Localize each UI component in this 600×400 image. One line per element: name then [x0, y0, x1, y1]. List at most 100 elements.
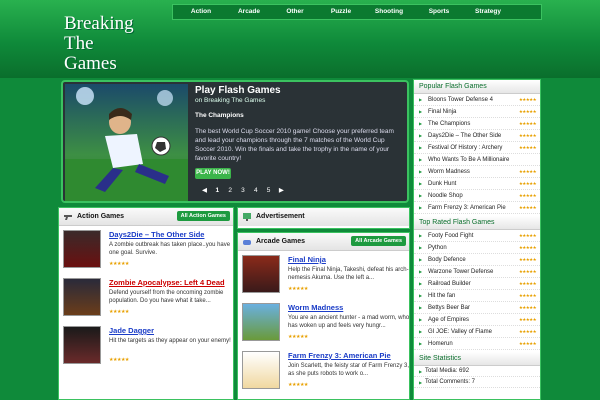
nav-puzzle[interactable]: Puzzle	[321, 5, 361, 19]
sidebar-game-item[interactable]: Railroad Builder ★★★★★	[414, 278, 540, 290]
game-link[interactable]: Farm Frenzy 3: American Pie	[428, 205, 506, 211]
game-link[interactable]: Bettys Beer Bar	[428, 305, 470, 311]
sidebar-game-item[interactable]: Bettys Beer Bar ★★★★★	[414, 302, 540, 314]
rating-stars: ★★★★★	[288, 286, 308, 292]
game-link[interactable]: Age of Empires	[428, 317, 469, 323]
game-title[interactable]: Zombie Apocalypse: Left 4 Dead	[109, 278, 225, 287]
game-link[interactable]: Worm Madness	[428, 169, 470, 175]
monitor-icon	[243, 213, 251, 221]
rating-stars: ★★★★★	[518, 109, 537, 114]
sidebar-game-item[interactable]: Festival Of History : Archery ★★★★★	[414, 142, 540, 154]
rating-stars: ★★★★★	[518, 293, 537, 298]
sidebar-game-item[interactable]: Farm Frenzy 3: American Pie ★★★★★	[414, 202, 540, 214]
game-link[interactable]: Who Wants To Be A Millionaire	[428, 157, 509, 163]
rating-stars: ★★★★★	[109, 357, 129, 363]
stat-total-media: Total Media: 692	[414, 366, 540, 377]
game-link[interactable]: Warzone Tower Defense	[428, 269, 493, 275]
sidebar-game-item[interactable]: Bloons Tower Defense 4 ★★★★★	[414, 94, 540, 106]
pager-next[interactable]: ▶	[276, 186, 287, 194]
game-link[interactable]: Final Ninja	[428, 109, 456, 115]
game-thumbnail[interactable]	[242, 255, 280, 293]
site-statistics-heading: Site Statistics	[414, 352, 540, 366]
pager-prev[interactable]: ◀	[199, 186, 210, 194]
game-description: Join Scarlett, the feisty star of Farm F…	[288, 363, 410, 377]
sidebar-game-item[interactable]: Noodle Shop ★★★★★	[414, 190, 540, 202]
game-title[interactable]: Days2Die – The Other Side	[109, 230, 204, 239]
game-thumbnail[interactable]	[242, 351, 280, 389]
pager-page[interactable]: 5	[263, 187, 274, 194]
sidebar-game-item[interactable]: Age of Empires ★★★★★	[414, 314, 540, 326]
sidebar-game-item[interactable]: Body Defence ★★★★★	[414, 254, 540, 266]
game-link[interactable]: Noodle Shop	[428, 193, 463, 199]
game-link[interactable]: Footy Food Fight	[428, 233, 473, 239]
logo-line: The	[64, 33, 94, 54]
sidebar-game-item[interactable]: Worm Madness ★★★★★	[414, 166, 540, 178]
game-link[interactable]: Body Defence	[428, 257, 466, 263]
game-link[interactable]: Dunk Hunt	[428, 181, 456, 187]
game-link[interactable]: Python	[428, 245, 447, 251]
popular-games-heading: Popular Flash Games	[414, 80, 540, 94]
nav-action[interactable]: Action	[181, 5, 221, 19]
logo-line: Breaking	[64, 13, 134, 34]
nav-arcade[interactable]: Arcade	[229, 5, 269, 19]
game-link[interactable]: Hit the fan	[428, 293, 455, 299]
game-link[interactable]: Days2Die – The Other Side	[428, 133, 501, 139]
game-thumbnail[interactable]	[242, 303, 280, 341]
nav-strategy[interactable]: Strategy	[468, 5, 508, 19]
game-title[interactable]: Jade Dagger	[109, 326, 154, 335]
box-header: Advertisement	[238, 208, 409, 226]
sidebar-game-item[interactable]: Python ★★★★★	[414, 242, 540, 254]
rating-stars: ★★★★★	[518, 169, 537, 174]
sidebar-game-item[interactable]: Days2Die – The Other Side ★★★★★	[414, 130, 540, 142]
nav-shooting[interactable]: Shooting	[369, 5, 409, 19]
sidebar-game-item[interactable]: Hit the fan ★★★★★	[414, 290, 540, 302]
sidebar-game-item[interactable]: GI JOE: Valley of Flame ★★★★★	[414, 326, 540, 338]
advertisement-box: Advertisement	[237, 207, 410, 229]
pager-page[interactable]: 4	[250, 187, 261, 194]
game-link[interactable]: GI JOE: Valley of Flame	[428, 329, 492, 335]
game-link[interactable]: Railroad Builder	[428, 281, 471, 287]
sidebar-game-item[interactable]: Final Ninja ★★★★★	[414, 106, 540, 118]
game-title[interactable]: Final Ninja	[288, 255, 326, 264]
sidebar-game-item[interactable]: The Champions ★★★★★	[414, 118, 540, 130]
nav-other[interactable]: Other	[275, 5, 315, 19]
game-title[interactable]: Worm Madness	[288, 303, 343, 312]
sidebar: Popular Flash Games Bloons Tower Defense…	[413, 79, 541, 400]
box-title: Arcade Games	[256, 238, 306, 245]
rating-stars: ★★★★★	[518, 245, 537, 250]
nav-sports[interactable]: Sports	[419, 5, 459, 19]
game-link[interactable]: The Champions	[428, 121, 470, 127]
rating-stars: ★★★★★	[518, 257, 537, 262]
rating-stars: ★★★★★	[518, 121, 537, 126]
sidebar-game-item[interactable]: Dunk Hunt ★★★★★	[414, 178, 540, 190]
sidebar-game-item[interactable]: Footy Food Fight ★★★★★	[414, 230, 540, 242]
rating-stars: ★★★★★	[518, 305, 537, 310]
box-header: Action Games All Action Games	[59, 208, 233, 226]
gamepad-icon	[243, 240, 251, 245]
pager-page[interactable]: 1	[212, 187, 223, 194]
play-now-button[interactable]: PLAY NOW!	[195, 168, 231, 179]
game-description: Hit the targets as they appear on your e…	[109, 338, 231, 344]
sidebar-game-item[interactable]: Who Wants To Be A Millionaire	[414, 154, 540, 166]
sidebar-game-item[interactable]: Warzone Tower Defense ★★★★★	[414, 266, 540, 278]
featured-game-image[interactable]	[65, 84, 188, 201]
all-action-games-link[interactable]: All Action Games	[176, 211, 230, 221]
game-thumbnail[interactable]	[63, 326, 101, 364]
soccer-player-illustration	[65, 87, 188, 201]
site-logo[interactable]: Breaking The Games	[64, 14, 164, 74]
game-link[interactable]: Homerun	[428, 341, 453, 347]
game-thumbnail[interactable]	[63, 278, 101, 316]
action-games-box: Action Games All Action Games Days2Die –…	[58, 207, 234, 400]
rating-stars: ★★★★★	[288, 382, 308, 388]
game-description: Help the Final Ninja, Takeshi, defeat hi…	[288, 267, 409, 281]
featured-game: Play Flash Games on Breaking The Games T…	[61, 80, 409, 203]
all-arcade-games-link[interactable]: All Arcade Games	[351, 236, 406, 246]
pager-page[interactable]: 3	[237, 187, 248, 194]
game-link[interactable]: Bloons Tower Defense 4	[428, 97, 493, 103]
sidebar-game-item[interactable]: Homerun ★★★★★	[414, 338, 540, 350]
game-link[interactable]: Festival Of History : Archery	[428, 145, 502, 151]
featured-game-name[interactable]: The Champions	[195, 112, 244, 119]
pager-page[interactable]: 2	[225, 187, 236, 194]
game-thumbnail[interactable]	[63, 230, 101, 268]
game-title[interactable]: Farm Frenzy 3: American Pie	[288, 351, 391, 360]
